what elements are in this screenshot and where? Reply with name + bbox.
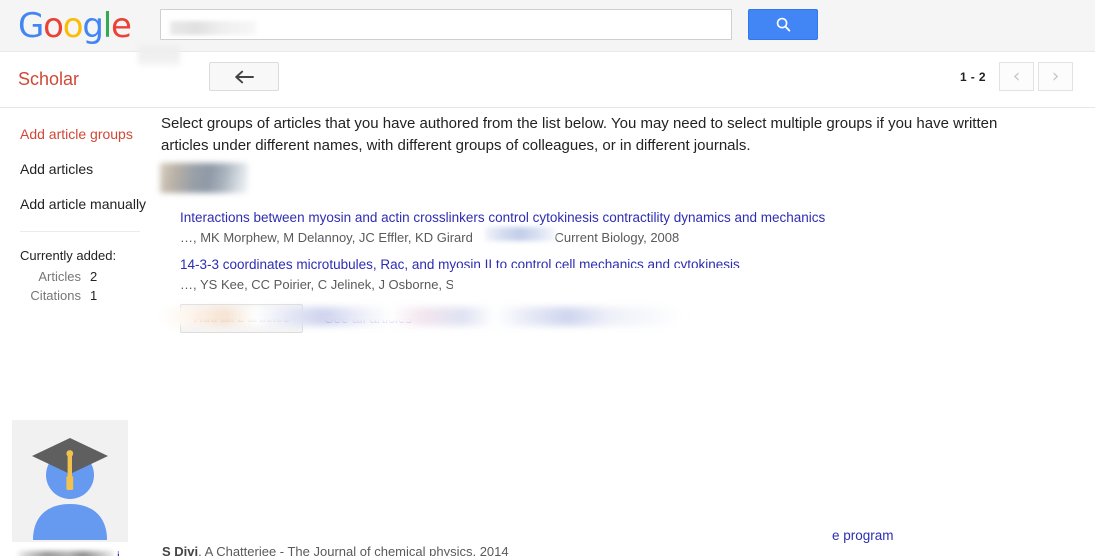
article-title-link[interactable]: Interactions between myosin and actin cr… (180, 209, 825, 226)
stat-label: Articles (38, 269, 81, 284)
search-button[interactable] (748, 9, 818, 40)
logo-letter-g: g (82, 5, 104, 46)
journal-prefix-redacted (485, 227, 555, 241)
group2-article-meta: S Divi, A Chatterjee - The Journal of ch… (162, 544, 509, 556)
stat-row-citations: Citations 1 (0, 288, 160, 303)
back-arrow-icon (234, 70, 255, 84)
logo-letter-G: G (18, 5, 44, 46)
google-logo[interactable]: Google (18, 5, 132, 46)
scholar-graduate-avatar-icon (12, 420, 128, 542)
article-meta-clip-mask (453, 268, 1053, 290)
group2-article-title-fragment[interactable]: e program (832, 528, 894, 543)
chevron-left-icon: ‹ (1012, 65, 1021, 87)
search-icon (775, 16, 792, 33)
pagination-prev-button[interactable]: ‹ (999, 62, 1034, 91)
sidebar-item-label: Add article manually (20, 196, 147, 212)
sidebar-item-label: Add articles (20, 161, 94, 177)
back-button[interactable] (209, 62, 279, 91)
search-input[interactable] (160, 9, 732, 40)
group2-article-author: S Divi (162, 544, 199, 556)
logo-letter-o2: o (62, 5, 84, 46)
sidebar-item-add-article-groups[interactable]: Add article groups (0, 126, 160, 142)
profile-name-visible-tail: i (117, 549, 120, 556)
page-body: Add article groups Add articles Add arti… (0, 108, 1095, 556)
logo-letter-o1: o (43, 5, 64, 46)
scholar-brand-label[interactable]: Scholar (18, 69, 79, 90)
group2-meta-clip-mask (160, 538, 720, 544)
main-content: Select groups of articles that you have … (160, 108, 1095, 556)
pagination: 1 - 2 ‹ › (960, 62, 1073, 91)
group2-article-meta-rest: , A Chatterjee - The Journal of chemical… (198, 544, 509, 556)
stat-label: Citations (30, 288, 81, 303)
sidebar: Add article groups Add articles Add arti… (0, 108, 160, 556)
search-field-wrapper (160, 9, 732, 40)
article-journal: Current Biology, 2008 (554, 230, 680, 245)
avatar[interactable] (12, 420, 128, 542)
article-authors: …, MK Morphew, M Delannoy, JC Effler, KD… (180, 230, 473, 245)
sidebar-item-label: Add article groups (20, 126, 133, 142)
pagination-next-button[interactable]: › (1038, 62, 1073, 91)
profile-name-redacted (18, 551, 114, 556)
instructions-text: Select groups of articles that you have … (161, 115, 998, 154)
logo-letter-e: e (111, 5, 132, 46)
top-bar: Google (0, 0, 1095, 66)
sidebar-item-add-articles[interactable]: Add articles (0, 161, 160, 177)
group-name-redacted-1 (160, 163, 248, 193)
pagination-range: 1 - 2 (959, 69, 986, 84)
group2-article-title-redacted (162, 307, 682, 326)
logo-letter-l: l (102, 5, 112, 46)
stat-value: 1 (90, 288, 98, 303)
header-redacted-block (138, 46, 180, 66)
currently-added-title: Currently added: (20, 248, 117, 263)
stat-row-articles: Articles 2 (0, 269, 160, 284)
chevron-right-icon: › (1051, 65, 1060, 87)
stat-value: 2 (90, 269, 98, 284)
sidebar-item-add-article-manually[interactable]: Add article manually (0, 196, 160, 212)
sidebar-divider (20, 231, 140, 232)
